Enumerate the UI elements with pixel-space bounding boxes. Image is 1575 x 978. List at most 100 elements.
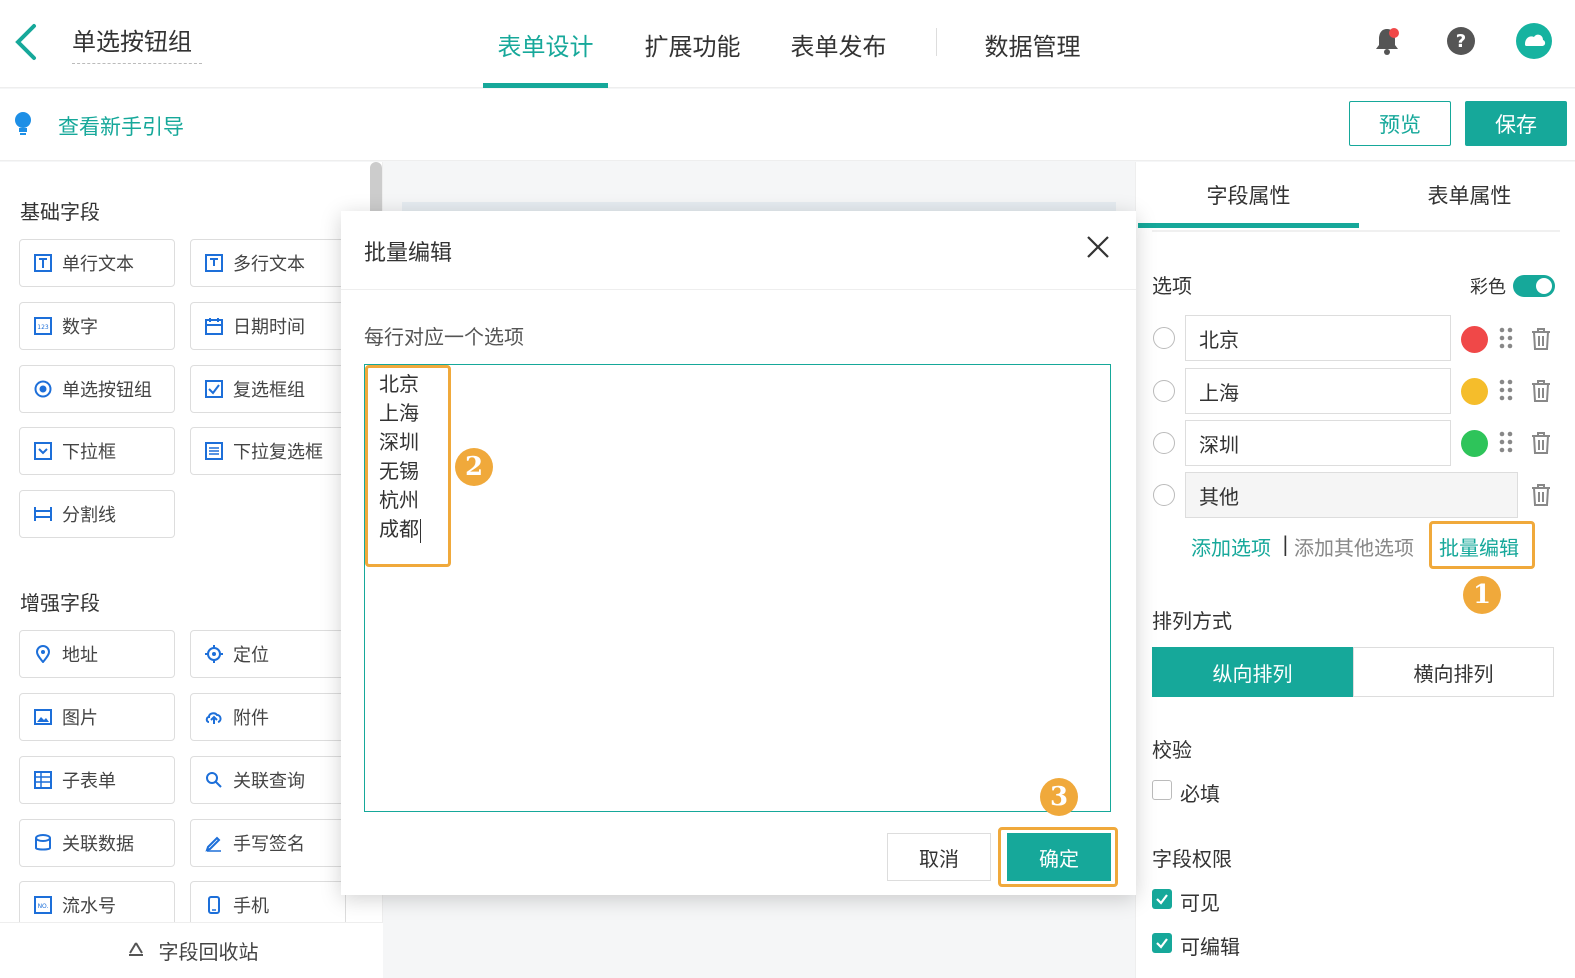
- option-input[interactable]: 深圳: [1185, 420, 1451, 466]
- add-other-option-link[interactable]: 添加其他选项: [1294, 532, 1414, 561]
- checkmark-icon: [1156, 894, 1168, 905]
- cancel-button[interactable]: 取消: [887, 833, 991, 881]
- option-color-dot[interactable]: [1461, 378, 1488, 405]
- option-color-dot[interactable]: [1461, 326, 1488, 353]
- field-subform[interactable]: 子表单: [19, 756, 175, 804]
- crosshair-icon: [205, 645, 223, 663]
- step-badge-3: 3: [1040, 778, 1078, 816]
- option-color-dot[interactable]: [1461, 430, 1488, 457]
- checkbox-icon: [205, 380, 223, 398]
- avatar[interactable]: [1515, 22, 1553, 60]
- trash-icon[interactable]: [1530, 483, 1552, 507]
- layout-vertical-button[interactable]: 纵向排列: [1152, 647, 1353, 697]
- batch-edit-dialog: 批量编辑 每行对应一个选项 北京 上海 深圳 无锡 杭州 成都 2 3 取消 确…: [341, 211, 1136, 895]
- drag-handle-icon[interactable]: [1498, 326, 1514, 350]
- beginner-guide-link[interactable]: 查看新手引导: [58, 111, 184, 141]
- trash-icon[interactable]: [1530, 327, 1552, 351]
- field-signature[interactable]: 手写签名: [190, 819, 346, 867]
- options-label: 选项: [1152, 274, 1192, 298]
- highlight-options-text: [365, 365, 451, 567]
- permission-label: 字段权限: [1152, 847, 1232, 871]
- field-address[interactable]: 地址: [19, 630, 175, 678]
- number-icon: 123: [34, 317, 52, 335]
- text-field-icon: [34, 254, 52, 272]
- link-separator: |: [1282, 532, 1289, 556]
- required-checkbox[interactable]: [1152, 780, 1172, 800]
- pen-icon: [205, 834, 223, 852]
- batch-options-textarea[interactable]: 北京 上海 深圳 无锡 杭州 成都: [364, 364, 1111, 812]
- tab-form-properties[interactable]: 表单属性: [1359, 162, 1575, 228]
- image-icon: [34, 708, 52, 726]
- form-title[interactable]: 单选按钮组: [72, 22, 202, 64]
- lightbulb-icon: [15, 112, 31, 135]
- cloud-upload-icon: [205, 708, 223, 726]
- option-radio[interactable]: [1153, 380, 1175, 402]
- table-icon: [34, 771, 52, 789]
- tab-data-management[interactable]: 数据管理: [970, 0, 1095, 88]
- option-input[interactable]: 上海: [1185, 368, 1451, 414]
- field-radio-group[interactable]: 单选按钮组: [19, 365, 175, 413]
- option-radio[interactable]: [1153, 432, 1175, 454]
- trash-icon[interactable]: [1530, 431, 1552, 455]
- tab-form-design[interactable]: 表单设计: [483, 0, 608, 88]
- step-badge-1: 1: [1463, 576, 1501, 614]
- enhanced-fields-title: 增强字段: [20, 591, 100, 615]
- add-option-link[interactable]: 添加选项: [1191, 532, 1271, 561]
- visible-label: 可见: [1180, 891, 1220, 915]
- color-toggle-label: 彩色: [1470, 277, 1506, 298]
- divider-icon: [34, 505, 52, 523]
- close-icon[interactable]: [1086, 235, 1110, 259]
- option-radio[interactable]: [1153, 327, 1175, 349]
- field-multi-dropdown[interactable]: 下拉复选框: [190, 427, 346, 475]
- field-attachment[interactable]: 附件: [190, 693, 346, 741]
- layout-horizontal-button[interactable]: 横向排列: [1353, 647, 1554, 697]
- field-recycle-bin[interactable]: 字段回收站: [0, 922, 383, 978]
- field-image[interactable]: 图片: [19, 693, 175, 741]
- back-arrow-icon[interactable]: [12, 22, 40, 62]
- visible-checkbox[interactable]: [1152, 889, 1172, 909]
- tab-field-properties[interactable]: 字段属性: [1138, 162, 1359, 228]
- highlight-confirm: [998, 827, 1118, 887]
- help-icon[interactable]: ?: [1446, 26, 1476, 56]
- field-related-query[interactable]: 关联查询: [190, 756, 346, 804]
- tab-extensions[interactable]: 扩展功能: [630, 0, 755, 88]
- bell-icon[interactable]: [1373, 26, 1401, 56]
- option-input[interactable]: 北京: [1185, 315, 1451, 361]
- layout-label: 排列方式: [1152, 609, 1232, 633]
- tab-publish[interactable]: 表单发布: [776, 0, 901, 88]
- field-palette: 基础字段 单行文本 多行文本 123 数字 日期时间 单选按钮组 复选框组 下拉…: [0, 162, 383, 978]
- dialog-hint: 每行对应一个选项: [364, 325, 524, 349]
- save-button[interactable]: 保存: [1465, 101, 1567, 146]
- top-bar: 单选按钮组 表单设计 扩展功能 表单发布 数据管理 ?: [0, 0, 1575, 88]
- dropdown-icon: [34, 442, 52, 460]
- field-number[interactable]: 123 数字: [19, 302, 175, 350]
- textarea-icon: [205, 254, 223, 272]
- calendar-icon: [205, 317, 223, 335]
- svg-text:?: ?: [1456, 31, 1466, 52]
- editable-checkbox[interactable]: [1152, 933, 1172, 953]
- drag-handle-icon[interactable]: [1498, 378, 1514, 402]
- preview-button[interactable]: 预览: [1349, 101, 1451, 146]
- search-link-icon: [205, 771, 223, 789]
- tab-divider: [1152, 230, 1560, 232]
- field-dropdown[interactable]: 下拉框: [19, 427, 175, 475]
- radio-icon: [34, 380, 52, 398]
- drag-handle-icon[interactable]: [1498, 430, 1514, 454]
- field-multi-line-text[interactable]: 多行文本: [190, 239, 346, 287]
- database-link-icon: [34, 834, 52, 852]
- field-related-data[interactable]: 关联数据: [19, 819, 175, 867]
- field-location[interactable]: 定位: [190, 630, 346, 678]
- recycle-icon: [128, 941, 143, 956]
- trash-icon[interactable]: [1530, 379, 1552, 403]
- field-single-line-text[interactable]: 单行文本: [19, 239, 175, 287]
- highlight-batch-edit: [1429, 521, 1535, 569]
- nav-divider: [936, 28, 937, 56]
- color-toggle[interactable]: [1513, 275, 1555, 297]
- field-checkbox-group[interactable]: 复选框组: [190, 365, 346, 413]
- other-option-input[interactable]: 其他: [1185, 472, 1518, 518]
- field-divider[interactable]: 分割线: [19, 490, 175, 538]
- option-radio[interactable]: [1153, 484, 1175, 506]
- phone-icon: [205, 896, 223, 914]
- dialog-divider: [341, 289, 1136, 290]
- field-datetime[interactable]: 日期时间: [190, 302, 346, 350]
